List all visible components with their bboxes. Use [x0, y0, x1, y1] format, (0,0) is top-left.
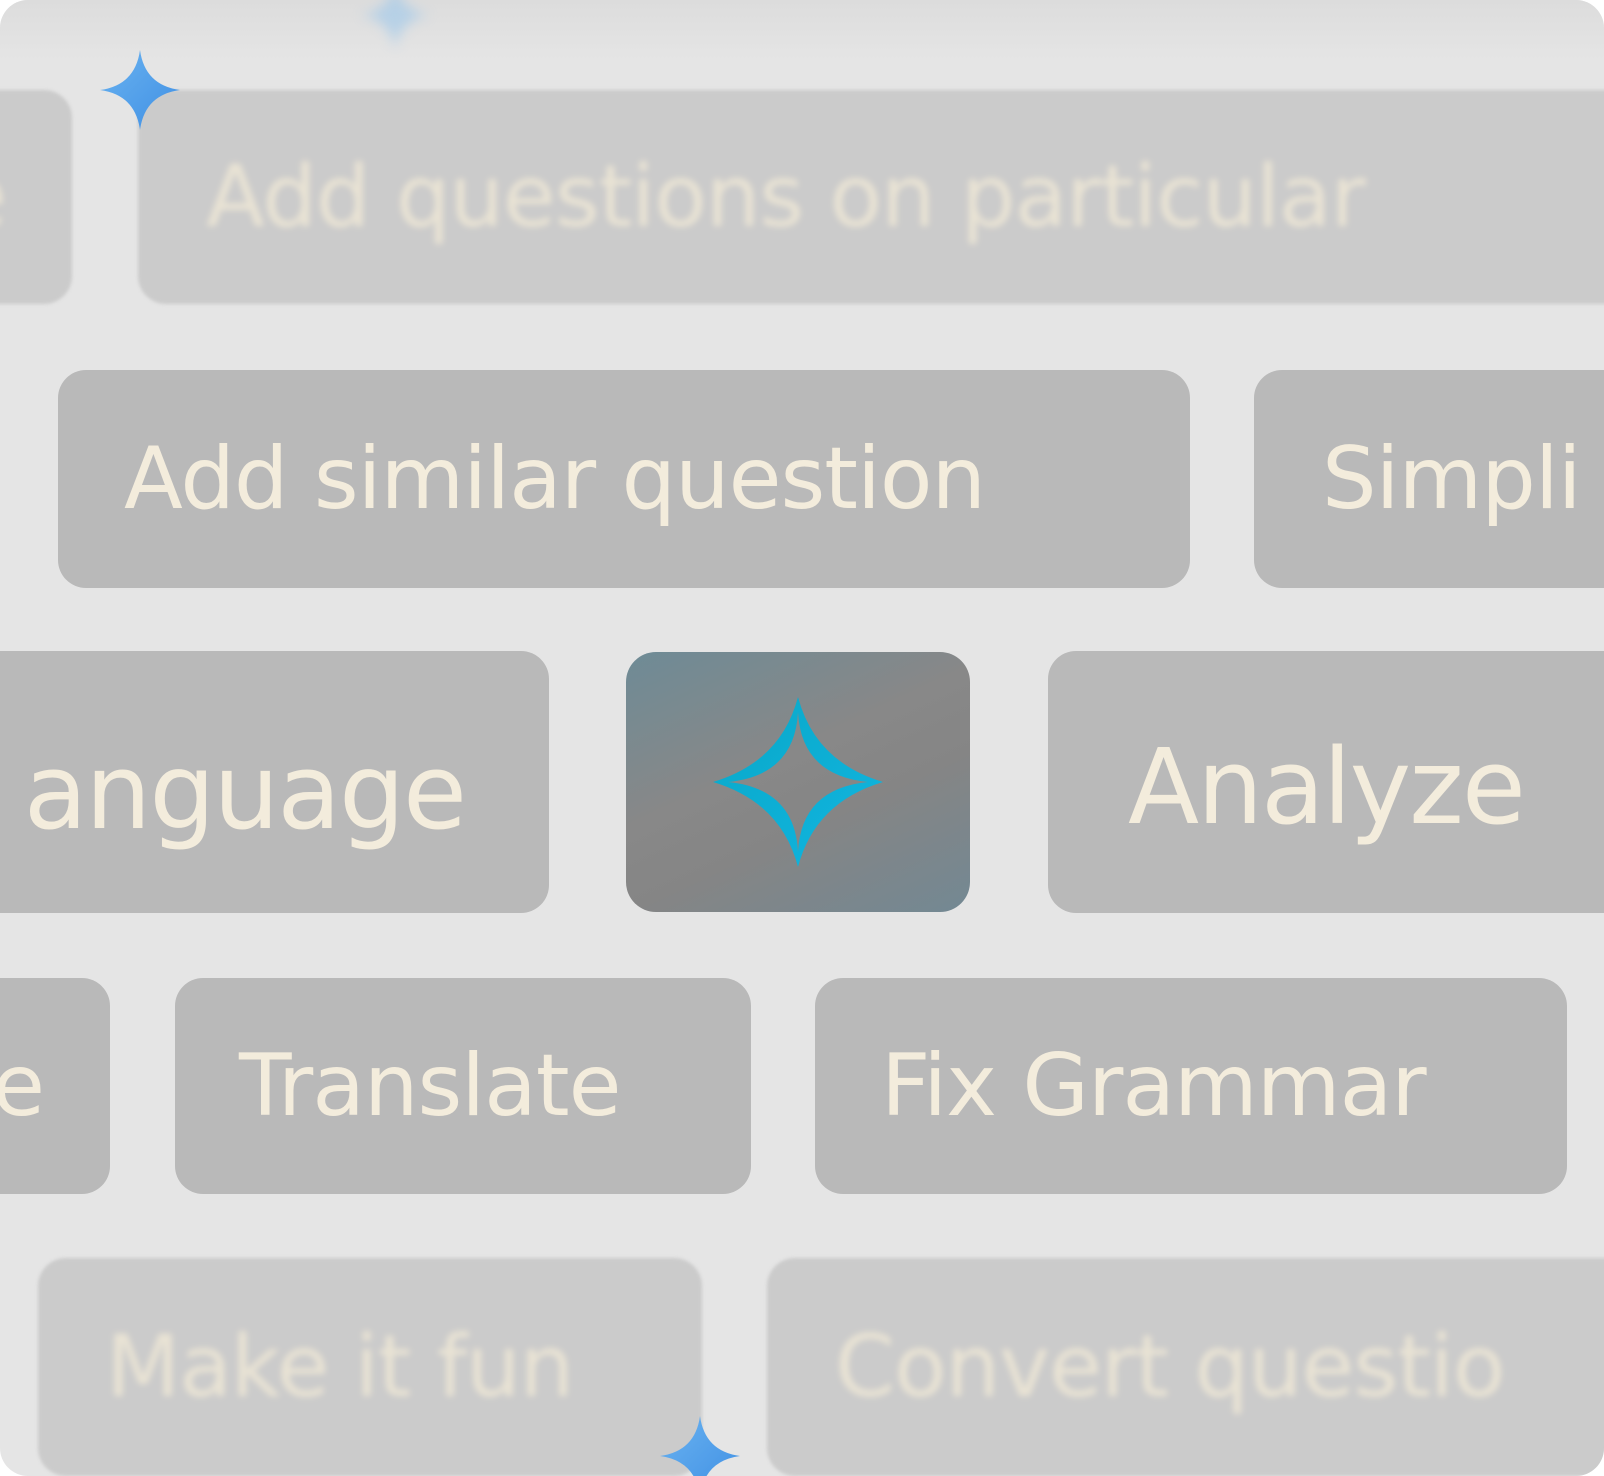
chip-label: e [0, 154, 7, 240]
suggestion-chip-partial[interactable]: e [0, 978, 110, 1194]
add-questions-particular-chip[interactable]: Add questions on particular [138, 90, 1604, 304]
change-language-chip[interactable]: anguage [0, 651, 549, 913]
chip-label: Fix Grammar [881, 1036, 1427, 1136]
chip-label: Analyze [1128, 726, 1526, 848]
chip-label: Simpli [1322, 429, 1582, 529]
chip-label: Translate [239, 1036, 621, 1136]
ai-suggestions-panel: e Add questions on particular Add simila… [0, 0, 1604, 1476]
make-it-fun-chip[interactable]: Make it fun [38, 1258, 702, 1476]
ai-sparkle-icon [713, 697, 883, 867]
add-similar-question-chip[interactable]: Add similar question [58, 370, 1190, 588]
chip-label: Convert questio [835, 1317, 1505, 1417]
top-fade [0, 0, 1604, 60]
sparkle-icon [360, 0, 430, 50]
convert-question-chip[interactable]: Convert questio [767, 1258, 1604, 1476]
chip-label: e [0, 1036, 45, 1136]
analyze-chip[interactable]: Analyze [1048, 651, 1604, 913]
chip-label: Add similar question [124, 429, 986, 529]
simplify-chip[interactable]: Simpli [1254, 370, 1604, 588]
sparkle-icon [660, 1416, 740, 1476]
chip-label: anguage [23, 731, 467, 853]
chip-label: Add questions on particular [206, 147, 1366, 247]
ai-assistant-button[interactable] [626, 652, 970, 912]
translate-chip[interactable]: Translate [175, 978, 751, 1194]
fix-grammar-chip[interactable]: Fix Grammar [815, 978, 1567, 1194]
sparkle-icon [100, 50, 180, 130]
suggestion-chip-partial[interactable]: e [0, 90, 72, 304]
chip-label: Make it fun [106, 1317, 574, 1417]
